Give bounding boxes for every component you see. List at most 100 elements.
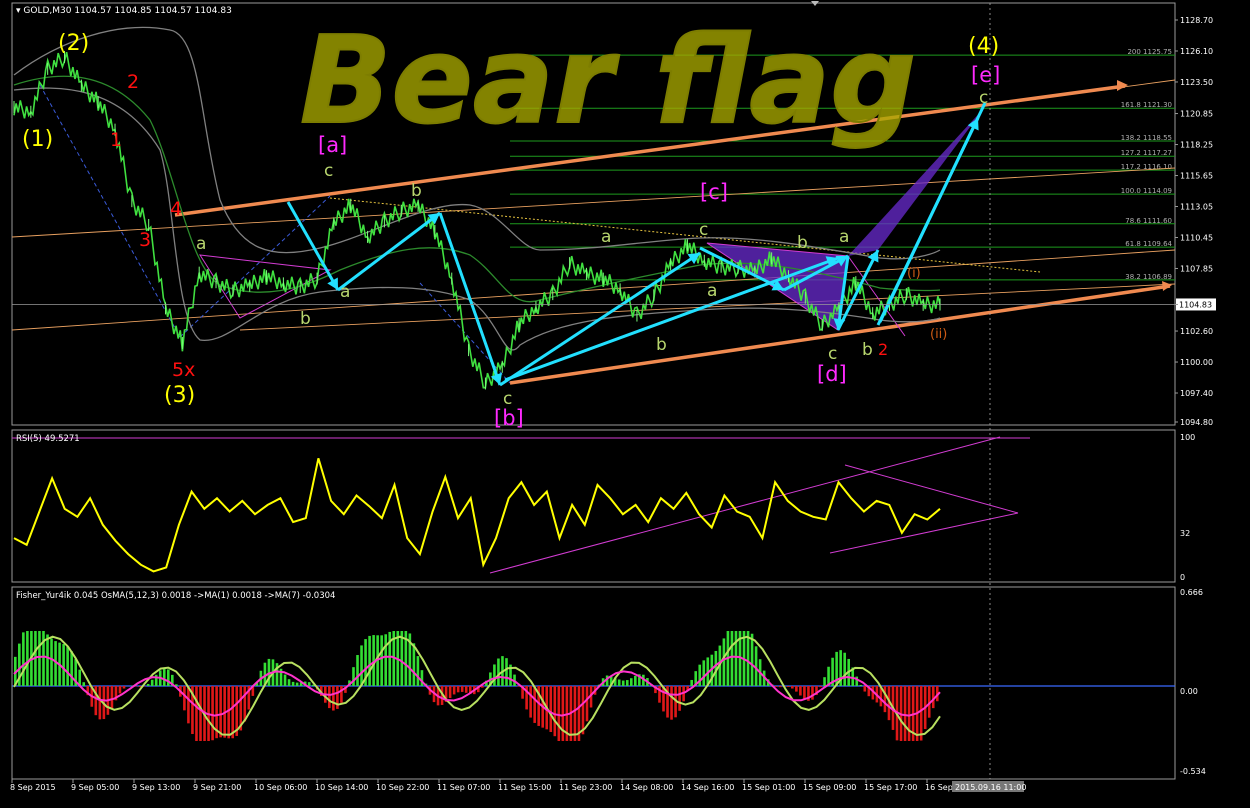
osc-histogram-bar-positive xyxy=(66,647,69,686)
time-tick-label: 14 Sep 16:00 xyxy=(681,783,734,792)
osc-histogram-bar-positive xyxy=(497,659,500,686)
wave-label-red-2b: 2 xyxy=(878,340,888,359)
osc-histogram-bar-negative xyxy=(449,686,452,698)
osc-histogram-bar-negative xyxy=(340,686,343,703)
osc-histogram-bar-negative xyxy=(231,686,234,738)
wave-label-red-5x: 5x xyxy=(172,359,195,381)
osc-histogram-bar-positive xyxy=(50,638,53,686)
wave-label-red-3: 3 xyxy=(139,229,151,251)
osc-histogram-bar-negative xyxy=(183,686,186,710)
time-tick-label: 8 Sep 2015 xyxy=(10,783,56,792)
osc-histogram-bar-positive xyxy=(352,667,355,686)
wave-label-4-yellow: (4) xyxy=(968,34,999,59)
osc-histogram-bar-negative xyxy=(787,686,790,687)
price-tick-label: 1118.25 xyxy=(1180,141,1213,150)
osc-histogram-bar-positive xyxy=(618,680,621,686)
price-tick-label: 1100.00 xyxy=(1180,358,1213,367)
osc-histogram-bar-negative xyxy=(465,686,468,693)
wave-label-d-magenta: [d] xyxy=(817,362,847,386)
osc-histogram-bar-negative xyxy=(908,686,911,741)
osc-histogram-bar-negative xyxy=(461,686,464,692)
osc-histogram-bar-negative xyxy=(553,686,556,736)
wave-label-c-magenta: [c] xyxy=(700,180,728,204)
osc-histogram-bar-positive xyxy=(747,631,750,686)
osc-histogram-bar-positive xyxy=(360,645,363,686)
osc-histogram-bar-positive xyxy=(493,664,496,686)
price-tick-label: 1115.65 xyxy=(1180,172,1213,181)
time-tick-label: 10 Sep 22:00 xyxy=(376,783,429,792)
fib-level-label: 38.2 1106.89 xyxy=(1125,273,1172,281)
osc-histogram-bar-negative xyxy=(819,686,822,687)
osc-histogram-bar-positive xyxy=(417,656,420,686)
osc-histogram-bar-positive xyxy=(284,675,287,686)
osc-histogram-bar-positive xyxy=(731,631,734,686)
rsi-tick-label: 0 xyxy=(1180,573,1185,582)
wave-label-2-yellow: (2) xyxy=(58,31,89,56)
fib-level-label: 161.8 1121.30 xyxy=(1121,101,1172,109)
osc-histogram-bar-positive xyxy=(751,634,754,686)
price-tick-label: 1123.50 xyxy=(1180,78,1213,87)
osc-histogram-bar-negative xyxy=(195,686,198,741)
osc-tick-label: 0.00 xyxy=(1180,687,1198,696)
osc-histogram-bar-negative xyxy=(884,686,887,712)
title-handwritten: Bear flag xyxy=(300,12,916,151)
osc-histogram-bar-positive xyxy=(22,632,25,686)
wave-label-b5: b xyxy=(862,340,873,360)
time-tick-label: 15 Sep 09:00 xyxy=(803,783,856,792)
price-tick-label: 1094.80 xyxy=(1180,418,1213,427)
osc-histogram-bar-positive xyxy=(288,679,291,686)
osc-histogram-bar-positive xyxy=(384,634,387,686)
osc-histogram-bar-negative xyxy=(243,686,246,722)
price-tick-label: 1126.10 xyxy=(1180,47,1213,56)
osc-histogram-bar-negative xyxy=(227,686,230,738)
osc-histogram-bar-positive xyxy=(147,684,150,686)
osc-histogram-bar-positive xyxy=(380,635,383,686)
osc-histogram-bar-negative xyxy=(187,686,190,723)
wave-label-c2: c xyxy=(503,389,512,409)
wave-label-b1: b xyxy=(411,181,422,201)
osc-histogram-bar-positive xyxy=(622,681,625,686)
fib-level-label: 100.0 1114.09 xyxy=(1121,187,1172,195)
osc-histogram-bar-positive xyxy=(505,658,508,686)
osc-histogram-bar-positive xyxy=(368,636,371,686)
osc-histogram-bar-negative xyxy=(775,686,778,687)
osc-histogram-bar-negative xyxy=(328,686,331,708)
rsi-header: RSI(5) 49.5271 xyxy=(16,434,80,444)
osc-histogram-bar-positive xyxy=(26,631,29,686)
osc-histogram-bar-positive xyxy=(690,680,693,686)
osc-histogram-bar-negative xyxy=(582,686,585,734)
price-tick-label: 1110.45 xyxy=(1180,233,1213,242)
osc-histogram-bar-positive xyxy=(823,677,826,686)
osc-histogram-bar-negative xyxy=(811,686,814,700)
wave-label-3-yellow: (3) xyxy=(164,383,195,408)
osc-histogram-bar-negative xyxy=(864,686,867,692)
wave-label-e-magenta: [e] xyxy=(971,63,1000,87)
time-tick-label: 10 Sep 06:00 xyxy=(254,783,307,792)
osc-histogram-bar-positive xyxy=(843,653,846,686)
wave-label-b-magenta: [b] xyxy=(494,406,524,430)
price-tick-label: 1113.05 xyxy=(1180,203,1213,212)
current-price-label: 1104.83 xyxy=(1179,300,1212,309)
time-tick-label: 11 Sep 23:00 xyxy=(559,783,612,792)
price-tick-label: 1102.60 xyxy=(1180,327,1213,336)
osc-histogram-bar-negative xyxy=(562,686,565,741)
wave-label-a1: a xyxy=(196,234,206,254)
osc-histogram-bar-positive xyxy=(296,683,299,686)
time-tick-label: 10 Sep 14:00 xyxy=(315,783,368,792)
price-tick-label: 1107.85 xyxy=(1180,264,1213,273)
wave-label-ii-orange: (ii) xyxy=(930,327,947,342)
osc-histogram-bar-negative xyxy=(779,686,782,687)
osc-histogram-bar-positive xyxy=(151,680,154,686)
osc-histogram-bar-positive xyxy=(82,682,85,686)
wave-label-a4: a xyxy=(707,281,717,301)
osc-histogram-bar-negative xyxy=(799,686,802,696)
wave-label-red-1: 1 xyxy=(110,129,122,151)
osc-histogram-bar-negative xyxy=(670,686,673,720)
time-tick-label: 11 Sep 15:00 xyxy=(498,783,551,792)
chart-canvas: 200 1125.75161.8 1121.30138.2 1118.55127… xyxy=(0,0,1250,804)
fib-level-label: 127.2 1117.27 xyxy=(1121,149,1172,157)
wave-label-b4: b xyxy=(797,233,808,253)
osc-histogram-bar-negative xyxy=(678,686,681,711)
wave-label-b3: b xyxy=(656,335,667,355)
osc-histogram-bar-negative xyxy=(529,686,532,718)
